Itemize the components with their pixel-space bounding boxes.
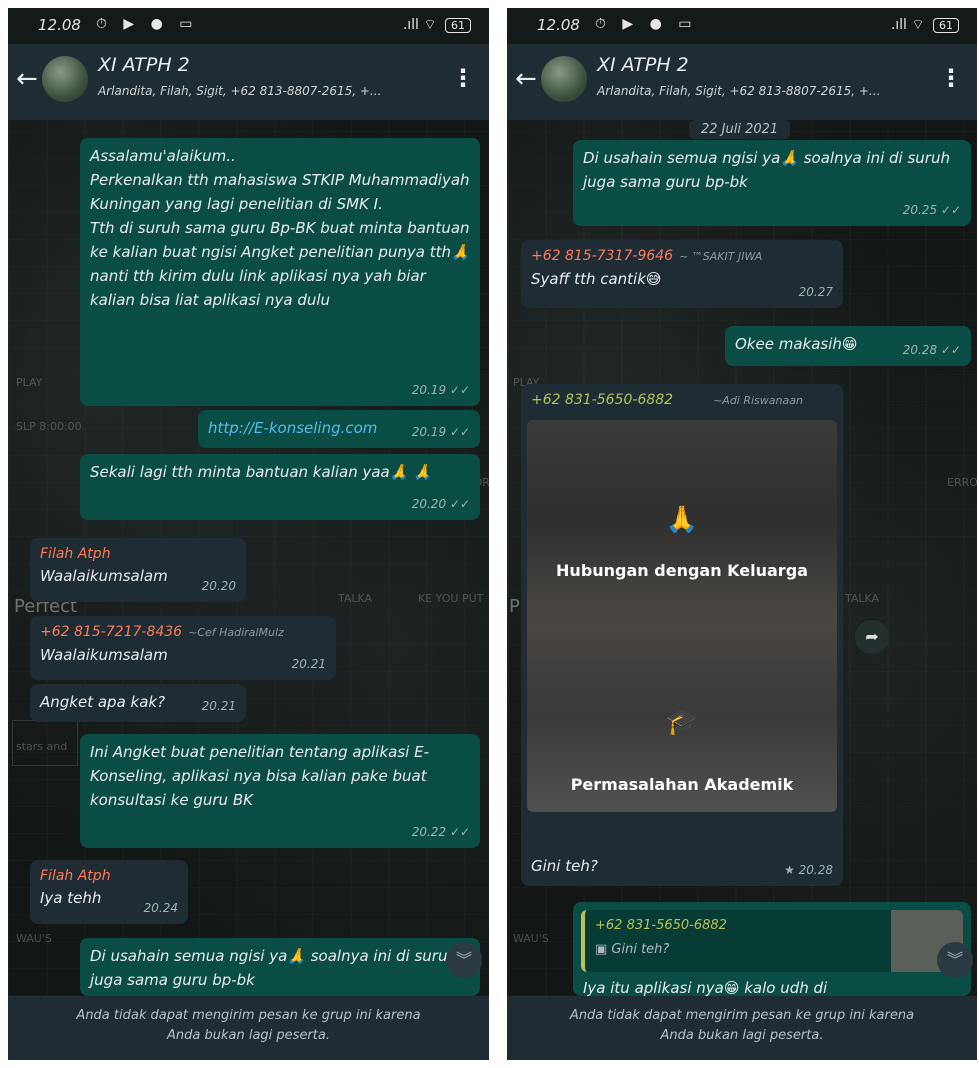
message-text: Ini Angket buat penelitian tentang aplik… — [90, 743, 429, 809]
message-time: ★ 20.28 — [784, 863, 833, 877]
group-members[interactable]: Arlandita, Filah, Sigit, +62 813-8807-26… — [98, 84, 381, 98]
message-bubble[interactable]: Ini Angket buat penelitian tentang aplik… — [80, 734, 480, 848]
message-bubble[interactable]: Sekali lagi tth minta bantuan kalian yaa… — [80, 454, 480, 520]
message-bubble[interactable]: Okee makasih😁 20.28 ✓✓ — [725, 326, 971, 366]
left-screenshot: 12.08 ⏱ ▶ ● ▭ .ıll ⌔ 61 ← XI ATPH 2 Arla… — [8, 8, 489, 1060]
clock: 12.08 — [38, 16, 81, 34]
message-text: Angket apa kak? — [40, 693, 166, 711]
shared-image-card[interactable]: 🙏 Hubungan dengan Keluarga 🎓 Permasalaha… — [527, 420, 837, 812]
message-time: 20.19 ✓✓ — [411, 425, 470, 439]
signal-wifi-icons: .ıll ⌔ 61 — [891, 16, 959, 34]
wallpaper-decor: KE YOU PUT — [418, 592, 484, 605]
more-options-icon[interactable]: ⋮ — [939, 64, 963, 92]
clock: 12.08 — [537, 16, 580, 34]
wallpaper-decor: TALKA — [338, 592, 373, 605]
message-text: Syaff tth cantik😅 — [531, 270, 662, 288]
back-arrow-icon[interactable]: ← — [515, 64, 537, 94]
message-time: 20.21 — [291, 657, 326, 671]
right-screenshot: 12.08 ⏱ ▶ ● ▭ .ıll ⌔ 61 ← XI ATPH 2 Arla… — [507, 8, 977, 1060]
quoted-text: ▣ Gini teh? — [595, 942, 670, 957]
message-time: 20.22 ✓✓ — [411, 825, 470, 839]
card-title-bottom: Permasalahan Akademik — [570, 775, 794, 794]
wallpaper-decor: WAU'S — [513, 932, 549, 945]
message-time: 20.20 — [201, 579, 236, 593]
message-time: 20.24 — [143, 901, 178, 915]
card-title-top: Hubungan dengan Keluarga — [556, 561, 808, 580]
message-bubble[interactable]: Filah Atph Waalaikumsalam 20.20 — [30, 538, 246, 602]
message-time: 20.21 — [201, 699, 236, 713]
group-title[interactable]: XI ATPH 2 — [98, 54, 190, 76]
graduation-emoji-icon: 🎓 — [665, 707, 699, 737]
message-text: Gini teh? — [531, 857, 598, 875]
signal-wifi-icons: .ıll ⌔ 61 — [403, 16, 471, 34]
footer-text: Anda tidak dapat mengirim pesan ke grup … — [569, 1008, 915, 1043]
message-text: Iya itu aplikasi nya😁 kalo udh di — [583, 979, 828, 996]
group-members[interactable]: Arlandita, Filah, Sigit, +62 813-8807-26… — [597, 84, 880, 98]
message-bubble[interactable]: http://E-konseling.com 20.19 ✓✓ — [198, 410, 480, 448]
wallpaper-decor: PLAY — [16, 376, 43, 389]
hands-emoji-icon: 🙏 — [665, 505, 699, 535]
wallpaper-decor: TALKA — [845, 592, 880, 605]
message-text: Okee makasih😁 — [735, 335, 858, 353]
sender-number[interactable]: +62 815-7317-9646 — [531, 248, 673, 264]
battery-icon: 61 — [933, 18, 959, 33]
battery-icon: 61 — [445, 18, 471, 33]
wallpaper-decor: SLP 8:00:00 — [16, 420, 82, 433]
sender-number[interactable]: +62 815-7217-8436 — [40, 624, 182, 640]
message-bubble[interactable]: Di usahain semua ngisi ya🙏 soalnya ini d… — [573, 140, 971, 226]
footer-text: Anda tidak dapat mengirim pesan ke grup … — [76, 1008, 421, 1043]
wallpaper-decor: WAU'S — [16, 932, 52, 945]
date-pill: 22 Juli 2021 — [689, 120, 791, 139]
message-text: Sekali lagi tth minta bantuan kalian yaa… — [90, 463, 432, 481]
sender-number[interactable]: +62 831-5650-6882 — [531, 392, 673, 408]
chat-header[interactable]: ← XI ATPH 2 Arlandita, Filah, Sigit, +62… — [507, 44, 977, 120]
message-bubble[interactable]: +62 831-5650-6882 ~Adi Riswanaan 🙏 Hubung… — [521, 384, 843, 886]
link-text[interactable]: http://E-konseling.com — [208, 419, 377, 437]
chat-header[interactable]: ← XI ATPH 2 Arlandita, Filah, Sigit, +62… — [8, 44, 489, 120]
wallpaper-decor: P — [509, 596, 520, 617]
signal-icon: .ıll ⌔ — [402, 17, 437, 33]
scroll-down-icon[interactable]: ︾ — [937, 942, 973, 978]
group-avatar[interactable] — [541, 56, 587, 102]
sender-name[interactable]: Filah Atph — [40, 546, 111, 562]
message-bubble[interactable]: +62 831-5650-6882 ▣ Gini teh? Iya itu ap… — [573, 902, 971, 996]
status-bar: 12.08 ⏱ ▶ ● ▭ .ıll ⌔ 61 — [507, 8, 977, 44]
message-time: 20.28 ✓✓ — [902, 343, 961, 357]
message-bubble[interactable]: +62 815-7217-8436 ~Cef HadiralMulz Waalai… — [30, 616, 336, 680]
message-time: 20.19 ✓✓ — [411, 383, 470, 397]
wallpaper-decor: ERRO — [947, 476, 977, 489]
status-bar: 12.08 ⏱ ▶ ● ▭ .ıll ⌔ 61 — [8, 8, 489, 44]
message-time: 20.25 ✓✓ — [902, 203, 961, 217]
message-bubble[interactable]: Filah Atph Iya tehh 20.24 — [30, 860, 188, 924]
quoted-message[interactable]: +62 831-5650-6882 ▣ Gini teh? — [581, 910, 963, 972]
sender-alias: ~Cef HadiralMulz — [188, 626, 284, 639]
sender-alias: ~Adi Riswanaan — [713, 394, 803, 407]
message-bubble[interactable]: Assalamu'alaikum.. Perkenalkan tth mahas… — [80, 138, 480, 406]
wallpaper-decor: stars and — [16, 740, 68, 753]
notification-icons: ⏱ ▶ ● ▭ — [96, 16, 199, 32]
message-bubble[interactable]: +62 815-7317-9646 ~ ™SAKIT JIWA Syaff tth… — [521, 240, 843, 308]
sender-name[interactable]: Filah Atph — [40, 868, 111, 884]
message-bubble[interactable]: Angket apa kak? 20.21 — [30, 684, 246, 722]
message-text: Waalaikumsalam — [40, 646, 168, 664]
footer-notice: Anda tidak dapat mengirim pesan ke grup … — [507, 996, 977, 1060]
back-arrow-icon[interactable]: ← — [16, 64, 38, 94]
notification-icons: ⏱ ▶ ● ▭ — [595, 16, 698, 32]
message-time: 20.27 — [798, 285, 833, 299]
group-title[interactable]: XI ATPH 2 — [597, 54, 689, 76]
message-text: Di usahain semua ngisi ya🙏 soalnya ini d… — [583, 149, 950, 191]
group-avatar[interactable] — [42, 56, 88, 102]
message-text: Assalamu'alaikum.. Perkenalkan tth mahas… — [90, 147, 470, 309]
footer-notice: Anda tidak dapat mengirim pesan ke grup … — [8, 996, 489, 1060]
share-forward-icon[interactable]: ➦ — [855, 620, 889, 654]
message-text: Di usahain semua ngisi ya🙏 soalnya ini d… — [90, 947, 457, 989]
signal-icon: .ıll ⌔ — [890, 17, 925, 33]
scroll-down-icon[interactable]: ︾ — [446, 942, 482, 978]
sender-alias: ~ ™SAKIT JIWA — [679, 250, 763, 263]
more-options-icon[interactable]: ⋮ — [451, 64, 475, 92]
message-time: 20.20 ✓✓ — [411, 497, 470, 511]
message-bubble[interactable]: Di usahain semua ngisi ya🙏 soalnya ini d… — [80, 938, 480, 996]
quoted-sender: +62 831-5650-6882 — [595, 918, 727, 933]
